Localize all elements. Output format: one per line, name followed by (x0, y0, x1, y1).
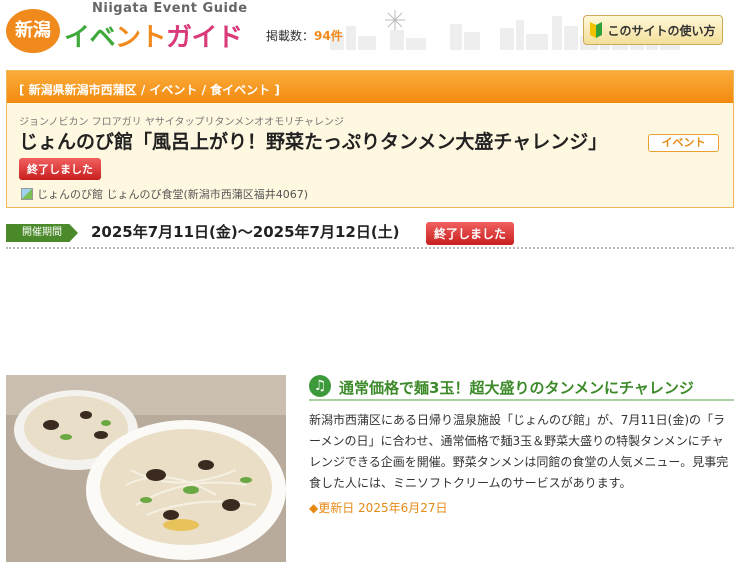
site-header: 新潟 Niigata Event Guide イベントガイド 掲載数：94件 こ… (0, 0, 735, 62)
article-title: 通常価格で麺3玉！超大盛りのタンメンにチャレンジ (339, 379, 694, 397)
tanmen-bowls-image (6, 375, 286, 562)
event-ended-badge: 終了しました (19, 158, 101, 180)
logo-japanese-text[interactable]: イベントガイド (64, 17, 243, 54)
period-dates: 2025年7月11日(金)〜2025年7月12日(土) (91, 223, 400, 241)
breadcrumb[interactable]: [ 新潟県新潟市西蒲区 / イベント / 食イベント ] (7, 71, 733, 103)
event-period: 開催期間 2025年7月11日(金)〜2025年7月12日(土) 終了しました (6, 219, 734, 249)
listing-count-label: 掲載数： (266, 29, 315, 43)
logo-badge[interactable]: 新潟 (6, 9, 60, 53)
article-heading: ♫ 通常価格で麺3玉！超大盛りのタンメンにチャレンジ (309, 375, 734, 401)
category-badge[interactable]: イベント (648, 134, 719, 152)
venue-info: じょんのび館 じょんのび食堂(新潟市西蒲区福井4067) (21, 186, 308, 202)
logo-ja-part-3: ガイド (166, 23, 243, 53)
period-label: 開催期間 (6, 224, 78, 242)
logo-english-text: Niigata Event Guide (92, 1, 248, 16)
event-title: じょんのび館「風呂上がり！野菜たっぷりタンメン大盛チャレンジ」 (19, 131, 608, 153)
logo-badge-text: 新潟 (15, 20, 51, 41)
venue-text[interactable]: じょんのび館 じょんのび食堂(新潟市西蒲区福井4067) (37, 186, 308, 202)
article-body: 新潟市西蒲区にある日帰り温泉施設「じょんのび館」が、7月11日(金)の「ラーメン… (309, 413, 729, 490)
how-to-use-button[interactable]: このサイトの使い方 (583, 15, 723, 45)
updated-date: ◆更新日 2025年6月27日 (309, 501, 448, 515)
period-ended-badge: 終了しました (426, 222, 515, 245)
event-summary-panel: [ 新潟県新潟市西蒲区 / イベント / 食イベント ] ジョンノビカン フロア… (6, 70, 734, 208)
event-title-kana: ジョンノビカン フロアガリ ヤサイタップリタンメンオオモリチャレンジ (19, 117, 345, 128)
logo-ja-part-1: イベ (64, 23, 116, 53)
beginner-mark-icon (590, 22, 603, 38)
logo-ja-part-2: ント (115, 23, 167, 53)
music-note-icon: ♫ (309, 375, 331, 397)
listing-count-value: 94件 (314, 29, 343, 43)
listing-count: 掲載数：94件 (266, 27, 343, 44)
tanmen-photo (6, 375, 286, 562)
map-icon (21, 188, 33, 200)
how-to-use-label: このサイトの使い方 (607, 23, 716, 38)
